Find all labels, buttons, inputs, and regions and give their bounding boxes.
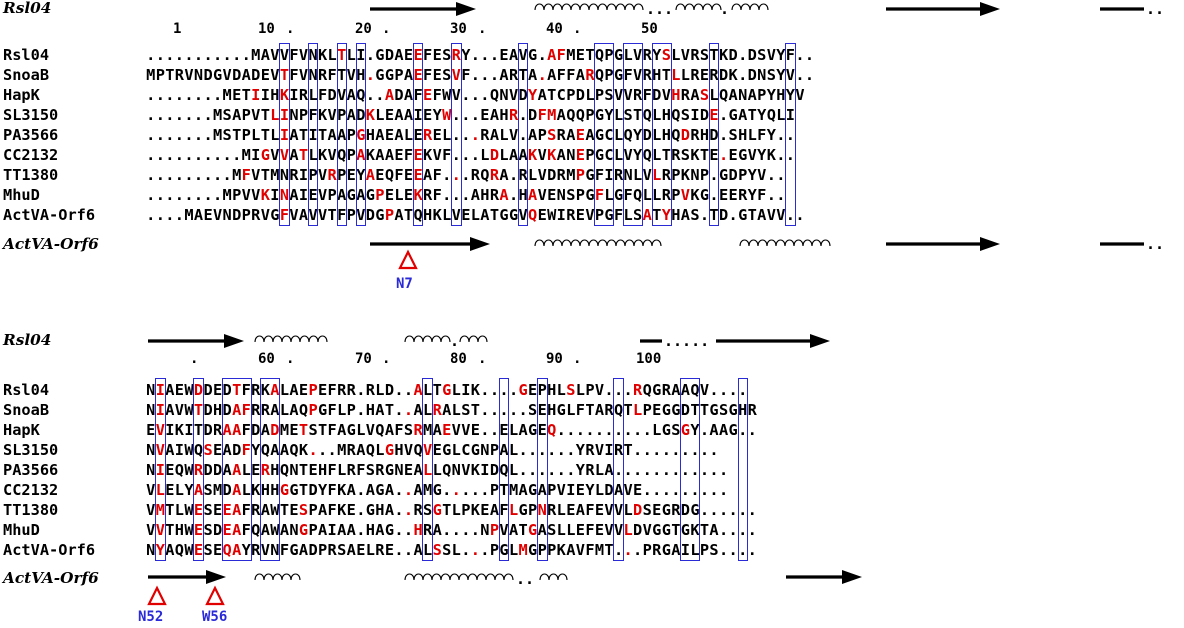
helix-coil bbox=[675, 3, 722, 11]
helix-coil bbox=[404, 335, 451, 343]
similarity-box bbox=[737, 378, 749, 561]
similarity-box bbox=[498, 378, 510, 561]
similarity-box bbox=[451, 43, 462, 226]
helix-coil bbox=[731, 3, 769, 11]
similarity-box bbox=[279, 43, 290, 226]
svg-text:..: .. bbox=[1146, 235, 1164, 253]
helix-coil bbox=[534, 239, 662, 247]
similarity-box bbox=[651, 43, 672, 226]
marker-triangle bbox=[205, 585, 225, 606]
helix-coil bbox=[404, 573, 514, 581]
helix-coil bbox=[539, 573, 568, 581]
helix-coil bbox=[739, 239, 831, 247]
similarity-box bbox=[412, 43, 424, 226]
similarity-box bbox=[307, 43, 319, 226]
similarity-box bbox=[260, 378, 281, 561]
similarity-box bbox=[336, 43, 348, 226]
strand-arrowhead bbox=[470, 237, 490, 251]
strand-arrowhead bbox=[980, 237, 1000, 251]
marker-label-w56: W56 bbox=[202, 609, 228, 625]
svg-text:.....: ..... bbox=[664, 332, 709, 350]
similarity-box bbox=[537, 378, 548, 561]
similarity-box bbox=[785, 43, 796, 226]
marker-triangle bbox=[147, 585, 167, 606]
strand-arrowhead bbox=[842, 570, 862, 584]
strand-arrowhead bbox=[980, 2, 1000, 16]
svg-text:..: .. bbox=[516, 570, 534, 588]
similarity-box bbox=[708, 43, 720, 226]
svg-text:..: .. bbox=[1146, 0, 1164, 18]
similarity-box bbox=[594, 43, 615, 226]
strand-arrowhead bbox=[456, 2, 476, 16]
similarity-box bbox=[623, 43, 644, 226]
helix-coil bbox=[254, 573, 301, 581]
marker-triangle bbox=[398, 249, 418, 270]
marker-label-n7: N7 bbox=[396, 276, 413, 292]
svg-text:.: . bbox=[450, 332, 459, 350]
secondary-structure-layer: ... . .. .. . ..... .. bbox=[147, 0, 1164, 606]
similarity-box bbox=[221, 378, 252, 561]
marker-label-n52: N52 bbox=[138, 609, 164, 625]
alignment-figure: Rsl04 1 10 20 30 40 50 . . . . Rsl04 Snoa… bbox=[0, 0, 1184, 628]
similarity-box bbox=[517, 43, 529, 226]
svg-text:...: ... bbox=[646, 0, 673, 18]
strand-arrowhead bbox=[206, 570, 226, 584]
similarity-box bbox=[193, 378, 204, 561]
similarity-box bbox=[680, 378, 701, 561]
similarity-box bbox=[422, 378, 433, 561]
similarity-box bbox=[613, 378, 624, 561]
helix-coil bbox=[254, 335, 328, 343]
svg-text:.: . bbox=[720, 0, 729, 18]
strand-arrowhead bbox=[810, 334, 830, 348]
helix-coil bbox=[459, 335, 488, 343]
helix-coil bbox=[534, 3, 644, 11]
strand-arrowhead bbox=[224, 334, 244, 348]
similarity-box bbox=[155, 378, 166, 561]
similarity-box bbox=[355, 43, 367, 226]
